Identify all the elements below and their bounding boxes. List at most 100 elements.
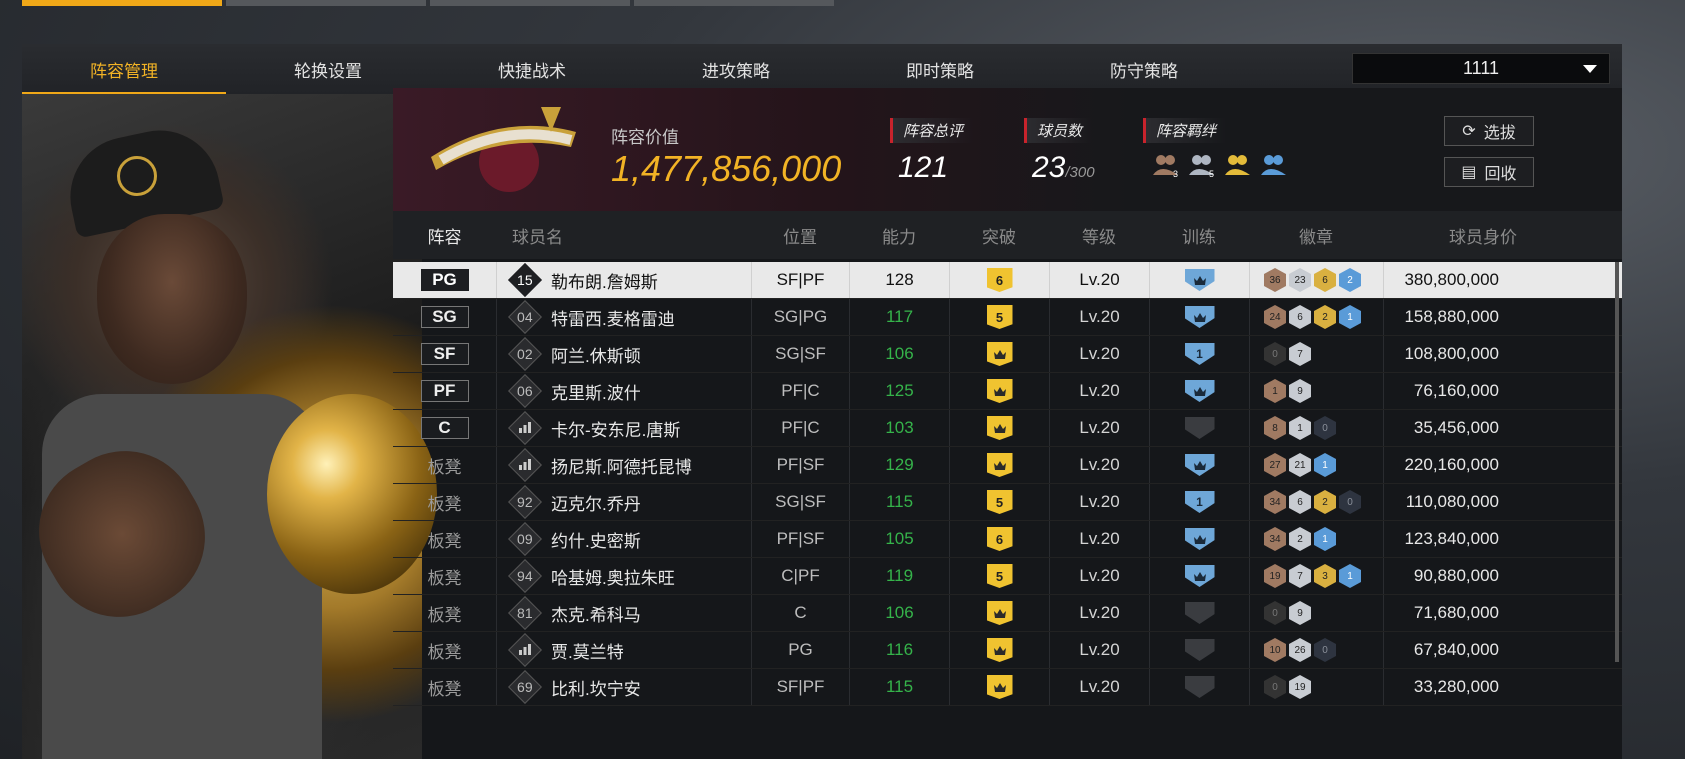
col-breakthrough[interactable]: 突破 xyxy=(949,223,1049,248)
tab-instant-strategy[interactable]: 即时策略 xyxy=(838,44,1042,94)
badge-hex: 19 xyxy=(1289,675,1311,699)
training-empty-icon[interactable] xyxy=(1184,417,1215,439)
badge-hex: 10 xyxy=(1264,638,1286,662)
jersey-number: 94 xyxy=(508,559,542,593)
training-crown-icon[interactable] xyxy=(1184,306,1215,328)
top-tab-4[interactable] xyxy=(634,0,834,6)
slot-cell: 板凳 xyxy=(393,484,496,520)
table-row[interactable]: 板凳 81 杰克.希科马 C 106 Lv.20 09 71,680,000 xyxy=(393,595,1622,632)
player-name: 特雷西.麦格雷迪 xyxy=(551,309,675,329)
table-row[interactable]: 板凳 扬尼斯.阿德托昆博 PF|SF 129 Lv.20 27 21 1 220,1… xyxy=(393,447,1622,484)
badge-hex: 1 xyxy=(1339,564,1361,588)
col-price[interactable]: 球员身价 xyxy=(1383,223,1547,248)
player-photo xyxy=(22,94,437,759)
training-cell xyxy=(1149,447,1249,483)
tab-quick-tactics[interactable]: 快捷战术 xyxy=(430,44,634,94)
players-label: 球员数 xyxy=(1024,118,1093,143)
slot-bench: 板凳 xyxy=(427,642,462,662)
table-row[interactable]: SG 04 特雷西.麦格雷迪 SG|PG 117 5 Lv.20 24 6 2 1 15… xyxy=(393,299,1622,336)
training-crown-icon[interactable] xyxy=(1184,380,1215,402)
level-cell: Lv.20 xyxy=(1049,262,1149,298)
breakthrough-crown-icon xyxy=(986,379,1013,403)
bond-icons: 3 5 xyxy=(1143,153,1289,179)
tab-rotation-settings[interactable]: 轮换设置 xyxy=(226,44,430,94)
jersey-number: 69 xyxy=(508,670,542,704)
col-badges[interactable]: 徽章 xyxy=(1249,223,1383,248)
training-level[interactable]: 1 xyxy=(1184,343,1215,365)
col-player-name[interactable]: 球员名 xyxy=(496,223,751,248)
bond-icon-bronze[interactable]: 3 xyxy=(1151,153,1181,179)
badges-cell: 19 7 3 1 xyxy=(1249,558,1383,594)
badges-cell: 34 6 2 0 xyxy=(1249,484,1383,520)
slot-cell: 板凳 xyxy=(393,447,496,483)
col-lineup[interactable]: 阵容 xyxy=(393,223,496,248)
ability-cell: 115 xyxy=(849,669,949,705)
col-training[interactable]: 训练 xyxy=(1149,223,1249,248)
recycle-button[interactable]: ▤ 回收 xyxy=(1444,157,1534,187)
training-crown-icon[interactable] xyxy=(1184,269,1215,291)
tab-lineup-management[interactable]: 阵容管理 xyxy=(22,44,226,94)
bond-icon-blue[interactable] xyxy=(1259,153,1289,179)
training-cell: 1 xyxy=(1149,336,1249,372)
svg-text:3: 3 xyxy=(1173,169,1178,179)
badge-hex: 34 xyxy=(1264,527,1286,551)
badge-hex: 1 xyxy=(1339,305,1361,329)
col-ability[interactable]: 能力 xyxy=(849,223,949,248)
slot-cell: 板凳 xyxy=(393,669,496,705)
training-crown-icon[interactable] xyxy=(1184,454,1215,476)
training-crown-icon[interactable] xyxy=(1184,565,1215,587)
breakthrough-crown-icon xyxy=(986,453,1013,477)
bond-icon-silver[interactable]: 5 xyxy=(1187,153,1217,179)
badge-hex: 2 xyxy=(1314,305,1336,329)
table-row[interactable]: 板凳 09 约什.史密斯 PF|SF 105 6 Lv.20 34 2 1 123,8… xyxy=(393,521,1622,558)
scout-button[interactable]: ⟳ 选拔 xyxy=(1444,116,1534,146)
name-cell: 15 勒布朗.詹姆斯 xyxy=(496,262,751,298)
scrollbar[interactable] xyxy=(1615,262,1619,662)
badge-hex: 6 xyxy=(1314,268,1336,292)
training-empty-icon[interactable] xyxy=(1184,602,1215,624)
bond-icon-gold[interactable] xyxy=(1223,153,1253,179)
top-tab-3[interactable] xyxy=(430,0,630,6)
top-tab-2[interactable] xyxy=(226,0,426,6)
training-cell xyxy=(1149,669,1249,705)
breakthrough-crown-icon xyxy=(986,416,1013,440)
training-empty-icon[interactable] xyxy=(1184,639,1215,661)
player-name: 约什.史密斯 xyxy=(551,531,641,551)
sub-navigation: 阵容管理 轮换设置 快捷战术 进攻策略 即时策略 防守策略 1111 xyxy=(22,44,1622,94)
name-cell: 04 特雷西.麦格雷迪 xyxy=(496,299,751,335)
table-row[interactable]: PF 06 克里斯.波什 PF|C 125 Lv.20 19 76,160,000 xyxy=(393,373,1622,410)
slot-cell: PF xyxy=(393,373,496,409)
tab-offense-strategy[interactable]: 进攻策略 xyxy=(634,44,838,94)
player-name: 克里斯.波什 xyxy=(551,383,641,403)
lineup-dropdown[interactable]: 1111 xyxy=(1352,53,1610,84)
training-crown-icon[interactable] xyxy=(1184,528,1215,550)
lineup-value-label: 阵容价值 xyxy=(611,128,679,147)
table-row[interactable]: 板凳 94 哈基姆.奥拉朱旺 C|PF 119 5 Lv.20 19 7 3 1 90,… xyxy=(393,558,1622,595)
training-empty-icon[interactable] xyxy=(1184,676,1215,698)
table-row[interactable]: C 卡尔-安东尼.唐斯 PF|C 103 Lv.20 810 35,456,00… xyxy=(393,410,1622,447)
bond-label: 阵容羁绊 xyxy=(1143,118,1227,143)
tab-defense-strategy[interactable]: 防守策略 xyxy=(1042,44,1246,94)
col-level[interactable]: 等级 xyxy=(1049,223,1149,248)
badges-cell: 34 2 1 xyxy=(1249,521,1383,557)
position-cell: SG|SF xyxy=(751,336,849,372)
table-row[interactable]: 板凳 92 迈克尔.乔丹 SG|SF 115 5 Lv.20 1 34 6 2 0 11… xyxy=(393,484,1622,521)
training-level[interactable]: 1 xyxy=(1184,491,1215,513)
slot-cell: 板凳 xyxy=(393,595,496,631)
name-cell: 贾.莫兰特 xyxy=(496,632,751,668)
level-cell: Lv.20 xyxy=(1049,373,1149,409)
name-cell: 卡尔-安东尼.唐斯 xyxy=(496,410,751,446)
jersey-number: 04 xyxy=(508,300,542,334)
level-cell: Lv.20 xyxy=(1049,595,1149,631)
position-cell: C|PF xyxy=(751,558,849,594)
badges-cell: 27 21 1 xyxy=(1249,447,1383,483)
badge-hex: 21 xyxy=(1289,453,1311,477)
table-row[interactable]: PG 15 勒布朗.詹姆斯 SF|PF 128 6 Lv.20 36 23 6 2 38… xyxy=(393,262,1622,299)
table-row[interactable]: 板凳 贾.莫兰特 PG 116 Lv.20 10 26 0 67,840,000 xyxy=(393,632,1622,669)
top-tab-1[interactable] xyxy=(22,0,222,6)
table-row[interactable]: SF 02 阿兰.休斯顿 SG|SF 106 Lv.20 1 07 108,800… xyxy=(393,336,1622,373)
breakthrough-cell xyxy=(949,632,1049,668)
table-row[interactable]: 板凳 69 比利.坎宁安 SF|PF 115 Lv.20 0 19 33,280,0… xyxy=(393,669,1622,706)
photo-cap-logo xyxy=(117,156,157,196)
col-position[interactable]: 位置 xyxy=(751,223,849,248)
